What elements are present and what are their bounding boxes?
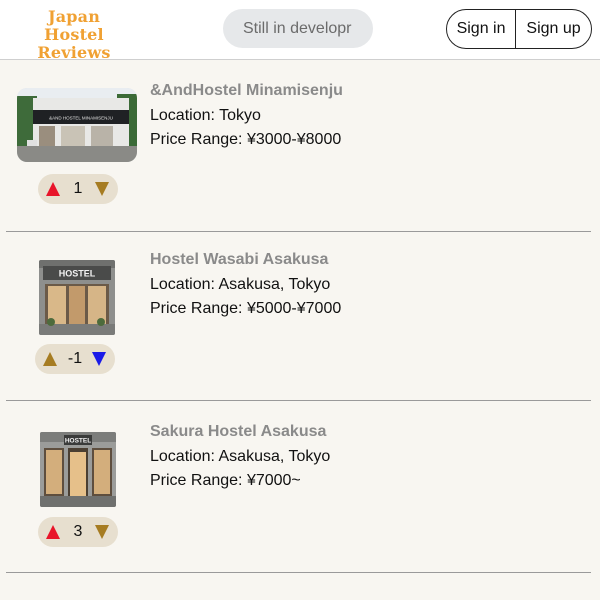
vote-widget: -1 [35,344,115,374]
auth-button-group: Sign in Sign up [446,9,592,49]
hostel-name[interactable]: Hostel Wasabi Asakusa [150,251,328,269]
building-sign-text: &AND HOSTEL MINAMISENJU [49,116,113,121]
top-navbar: Japan Hostel Reviews Sign in Sign up [0,0,600,62]
hostel-card: HOSTEL Sakura Hostel Asakusa Location: A… [6,401,591,573]
search-input[interactable] [223,9,373,48]
vote-widget: 1 [38,174,118,204]
hostel-price-range: Price Range: ¥5000-¥7000 [150,300,342,317]
downvote-arrow-icon[interactable] [95,525,109,539]
hostel-price-range: Price Range: ¥7000~ [150,472,301,489]
hostel-location: Location: Asakusa, Tokyo [150,276,331,293]
hostel-location: Location: Tokyo [150,107,261,124]
hostel-price-range: Price Range: ¥3000-¥8000 [150,131,342,148]
hostel-thumbnail[interactable]: HOSTEL [40,432,116,507]
hostel-thumbnail[interactable]: &AND HOSTEL MINAMISENJU [17,88,137,162]
hostel-photo-wasabi: HOSTEL [39,260,115,335]
building-sign-text: HOSTEL [65,438,91,445]
site-logo[interactable]: Japan Hostel Reviews [10,8,138,62]
logo-line-2: Hostel Reviews [37,25,111,62]
sign-in-button[interactable]: Sign in [447,10,517,48]
hostel-location: Location: Asakusa, Tokyo [150,448,331,465]
hostel-photo-andhostel: &AND HOSTEL MINAMISENJU [17,88,137,162]
hostel-photo-sakura: HOSTEL [40,432,116,507]
logo-line-1: Japan [47,7,101,26]
hostel-name[interactable]: &AndHostel Minamisenju [150,82,343,100]
hostel-card: HOSTEL Hostel Wasabi Asakusa Location: A… [6,229,591,401]
building-sign-text: HOSTEL [59,269,96,279]
hostel-name[interactable]: Sakura Hostel Asakusa [150,423,326,441]
hostel-thumbnail[interactable]: HOSTEL [39,260,115,335]
hostel-card: &AND HOSTEL MINAMISENJU &AndHostel Minam… [6,60,591,232]
sign-up-button[interactable]: Sign up [516,10,591,48]
downvote-arrow-icon[interactable] [95,182,109,196]
vote-widget: 3 [38,517,118,547]
downvote-arrow-icon[interactable] [92,352,106,366]
